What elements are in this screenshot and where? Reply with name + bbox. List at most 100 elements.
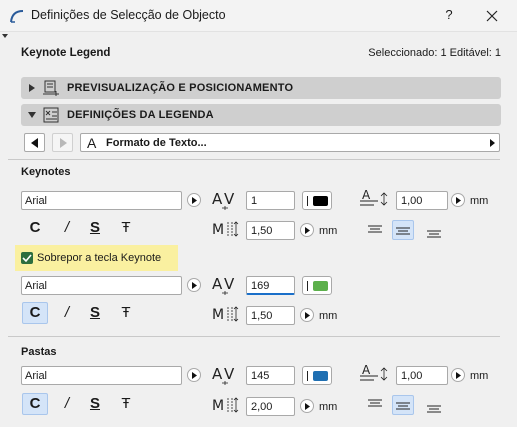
field-value: 2,00 — [251, 401, 273, 413]
strikethrough-button[interactable]: Ŧ — [113, 393, 139, 415]
font-options-button[interactable] — [187, 368, 201, 382]
leading-options-button[interactable] — [451, 368, 465, 382]
help-button[interactable]: ? — [441, 7, 457, 25]
page-selector-label: Formato de Texto... — [106, 137, 207, 149]
archicad-logo-icon — [10, 10, 24, 23]
field-value: 1,50 — [251, 225, 273, 237]
leading-icon: A — [360, 188, 388, 206]
leading-unit: mm — [470, 195, 489, 207]
height-options-button[interactable] — [300, 399, 314, 413]
bold-button[interactable]: C — [22, 393, 48, 415]
override-font-select[interactable]: Arial — [21, 276, 182, 295]
width-factor-icon: A V — [212, 365, 235, 385]
override-keynote-checkbox[interactable] — [21, 252, 33, 264]
panel-preview-positioning[interactable]: PREVISUALIZAÇÃO E POSICIONAMENTO — [21, 77, 501, 99]
arrow-right-icon — [456, 372, 461, 379]
width-factor-icon: A V — [212, 190, 235, 210]
underline-button[interactable]: S — [82, 302, 108, 324]
pen-bar — [307, 281, 308, 291]
underline-button[interactable]: S — [82, 393, 108, 415]
previous-page-button[interactable] — [24, 133, 45, 152]
height-unit: mm — [319, 225, 338, 237]
title-bar: Definições de Selecção de Objecto ? — [0, 0, 517, 32]
keynotes-width-factor-field[interactable]: 1 — [246, 191, 295, 210]
font-options-button[interactable] — [187, 193, 201, 207]
close-icon[interactable] — [482, 6, 502, 26]
next-page-button[interactable] — [52, 133, 73, 152]
align-center-button[interactable] — [392, 395, 414, 415]
text-height-icon: M — [212, 306, 239, 323]
leading-options-button[interactable] — [451, 193, 465, 207]
svg-text:V: V — [224, 365, 235, 383]
field-value: 169 — [251, 280, 270, 292]
align-left-button[interactable] — [365, 220, 387, 240]
italic-button[interactable]: / — [54, 393, 80, 415]
divider — [8, 336, 500, 337]
field-value: 1,00 — [401, 370, 423, 382]
font-value: Arial — [25, 195, 48, 207]
align-bottom-icon — [427, 405, 441, 413]
preview-icon — [43, 80, 59, 96]
font-options-button[interactable] — [187, 278, 201, 292]
leading-unit: mm — [470, 370, 489, 382]
keynotes-height-field[interactable]: 1,50 — [246, 221, 295, 240]
keynotes-pen-color-button[interactable] — [302, 191, 332, 210]
underline-button[interactable]: S — [82, 217, 108, 239]
page-selector[interactable]: A Formato de Texto... — [80, 133, 500, 152]
pastas-width-factor-field[interactable]: 145 — [246, 366, 295, 385]
font-value: Arial — [25, 280, 48, 292]
leading-icon: A — [360, 363, 388, 381]
italic-button[interactable]: / — [54, 302, 80, 324]
italic-button[interactable]: / — [54, 217, 80, 239]
panel-label: PREVISUALIZAÇÃO E POSICIONAMENTO — [67, 82, 294, 94]
arrow-right-icon — [192, 197, 197, 204]
keynotes-leading-field[interactable]: 1,00 — [396, 191, 448, 210]
font-value: Arial — [25, 370, 48, 382]
keynotes-font-select[interactable]: Arial — [21, 191, 182, 210]
pen-bar — [307, 196, 308, 206]
arrow-right-icon — [456, 197, 461, 204]
bold-button[interactable]: C — [22, 302, 48, 324]
strikethrough-button[interactable]: Ŧ — [113, 217, 139, 239]
bold-button[interactable]: C — [22, 217, 48, 239]
height-options-button[interactable] — [300, 223, 314, 237]
section-title-keynotes: Keynotes — [21, 166, 71, 178]
override-keynote-highlight: Sobrepor a tecla Keynote — [15, 245, 178, 271]
strikethrough-button[interactable]: Ŧ — [113, 302, 139, 324]
legend-settings-icon — [43, 107, 59, 123]
height-unit: mm — [319, 401, 338, 413]
field-value: 1 — [251, 195, 258, 207]
arrow-left-icon — [31, 138, 38, 148]
override-width-factor-field[interactable]: 169 — [246, 276, 295, 295]
color-swatch — [313, 371, 328, 381]
text-height-icon: M — [212, 221, 239, 238]
override-height-field[interactable]: 1,50 — [246, 306, 295, 325]
text-format-icon: A — [87, 135, 97, 151]
align-top-icon — [368, 399, 382, 407]
align-left-button[interactable] — [365, 394, 387, 414]
align-top-icon — [368, 225, 382, 233]
svg-text:A: A — [362, 188, 371, 202]
pastas-leading-field[interactable]: 1,00 — [396, 366, 448, 385]
pastas-font-select[interactable]: Arial — [21, 366, 182, 385]
pastas-pen-color-button[interactable] — [302, 366, 332, 385]
svg-text:V: V — [224, 190, 235, 208]
pastas-height-field[interactable]: 2,00 — [246, 397, 295, 416]
align-right-button[interactable] — [424, 222, 446, 242]
field-value: 1,50 — [251, 310, 273, 322]
override-pen-color-button[interactable] — [302, 276, 332, 295]
panel-menu-icon[interactable] — [2, 34, 8, 38]
svg-text:A: A — [212, 365, 223, 383]
panel-legend-settings[interactable]: DEFINIÇÕES DA LEGENDA — [21, 104, 501, 126]
text-height-icon: M — [212, 397, 239, 414]
arrow-right-icon — [192, 372, 197, 379]
height-options-button[interactable] — [300, 308, 314, 322]
svg-text:A: A — [362, 363, 371, 377]
arrow-right-icon — [192, 282, 197, 289]
align-right-button[interactable] — [424, 397, 446, 417]
svg-text:V: V — [224, 275, 235, 293]
override-keynote-label[interactable]: Sobrepor a tecla Keynote — [37, 252, 161, 264]
checkmark-icon — [22, 254, 32, 263]
align-middle-icon — [396, 227, 410, 235]
align-center-button[interactable] — [392, 220, 414, 240]
